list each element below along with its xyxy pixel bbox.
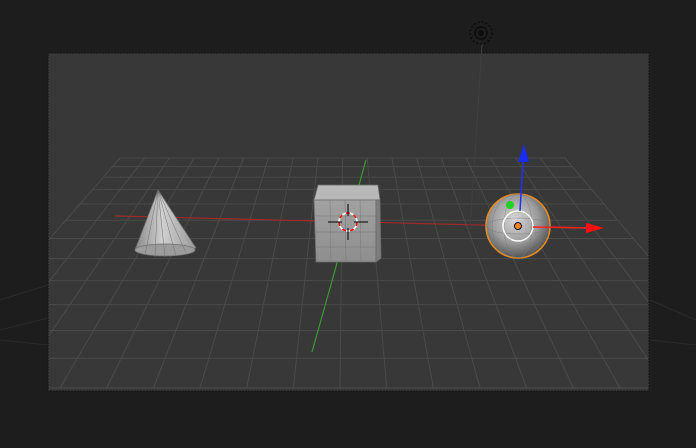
cube-object[interactable] <box>313 184 382 263</box>
3d-viewport[interactable] <box>0 0 696 448</box>
viewport-canvas[interactable] <box>0 0 696 448</box>
gizmo-x-axis[interactable] <box>532 226 589 229</box>
object-origin-icon <box>514 222 522 230</box>
gizmo-y-handle-icon[interactable] <box>506 201 514 209</box>
